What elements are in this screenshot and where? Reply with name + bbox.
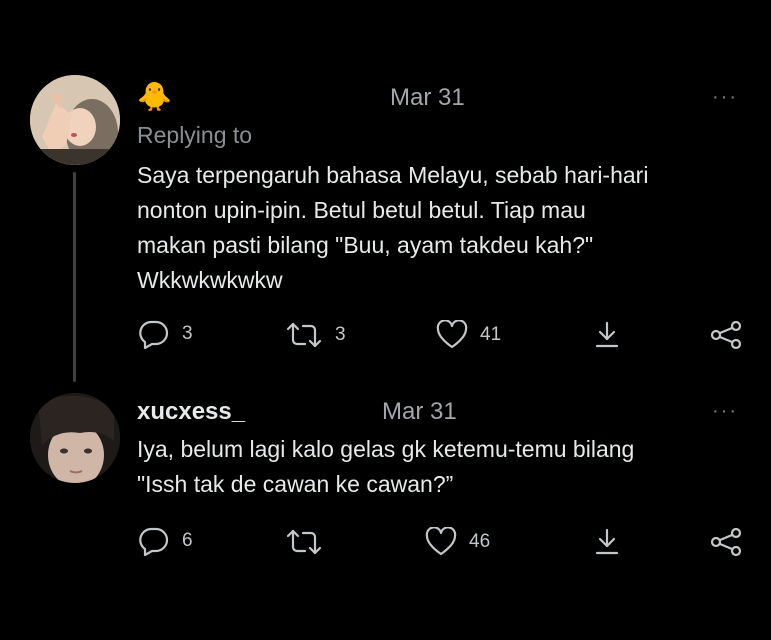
reply-button[interactable]: 3	[138, 319, 193, 349]
download-button[interactable]	[592, 320, 622, 350]
avatar-photo	[30, 393, 120, 483]
tweet-text: Saya terpengaruh bahasa Melayu, sebab ha…	[137, 162, 649, 293]
download-icon	[595, 528, 619, 555]
avatar[interactable]	[30, 75, 120, 165]
retweet-icon	[286, 322, 322, 348]
like-icon	[436, 320, 468, 349]
like-icon	[425, 527, 457, 556]
retweet-button[interactable]	[285, 527, 335, 557]
tweet-2[interactable]: xucxess_ Mar 31 ··· Iya, belum lagi kalo…	[0, 380, 771, 640]
reply-icon	[139, 320, 169, 349]
retweet-count: 3	[335, 324, 346, 345]
more-options-icon[interactable]: ···	[712, 87, 738, 107]
avatar[interactable]	[30, 393, 120, 483]
share-icon	[710, 527, 742, 557]
retweet-icon	[286, 529, 322, 555]
share-icon	[710, 320, 742, 350]
display-name-emoji[interactable]: 🐥	[137, 80, 172, 113]
more-options-icon[interactable]: ···	[712, 401, 738, 421]
like-count: 46	[469, 531, 491, 552]
reply-button[interactable]: 6	[138, 526, 193, 556]
download-button[interactable]	[592, 527, 622, 557]
share-button[interactable]	[710, 320, 742, 350]
like-button[interactable]: 41	[436, 320, 501, 350]
replying-to-label: Replying to	[137, 122, 253, 148]
avatar-illustration	[30, 75, 120, 165]
tweet-date[interactable]: Mar 31	[382, 398, 457, 426]
share-button[interactable]	[710, 527, 742, 557]
reply-count: 6	[182, 530, 193, 551]
like-button[interactable]: 46	[425, 527, 490, 557]
like-count: 41	[480, 324, 502, 345]
retweet-button[interactable]: 3	[285, 320, 346, 350]
download-icon	[595, 321, 619, 348]
username[interactable]: xucxess_	[137, 398, 245, 426]
tweet-text: Iya, belum lagi kalo gelas gk ketemu-tem…	[137, 436, 635, 497]
tweet-date[interactable]: Mar 31	[390, 84, 465, 112]
tweet-1[interactable]: 🐥 Mar 31 ··· Replying to Saya terpengaru…	[0, 0, 771, 380]
reply-count: 3	[182, 323, 193, 344]
reply-icon	[139, 527, 169, 556]
